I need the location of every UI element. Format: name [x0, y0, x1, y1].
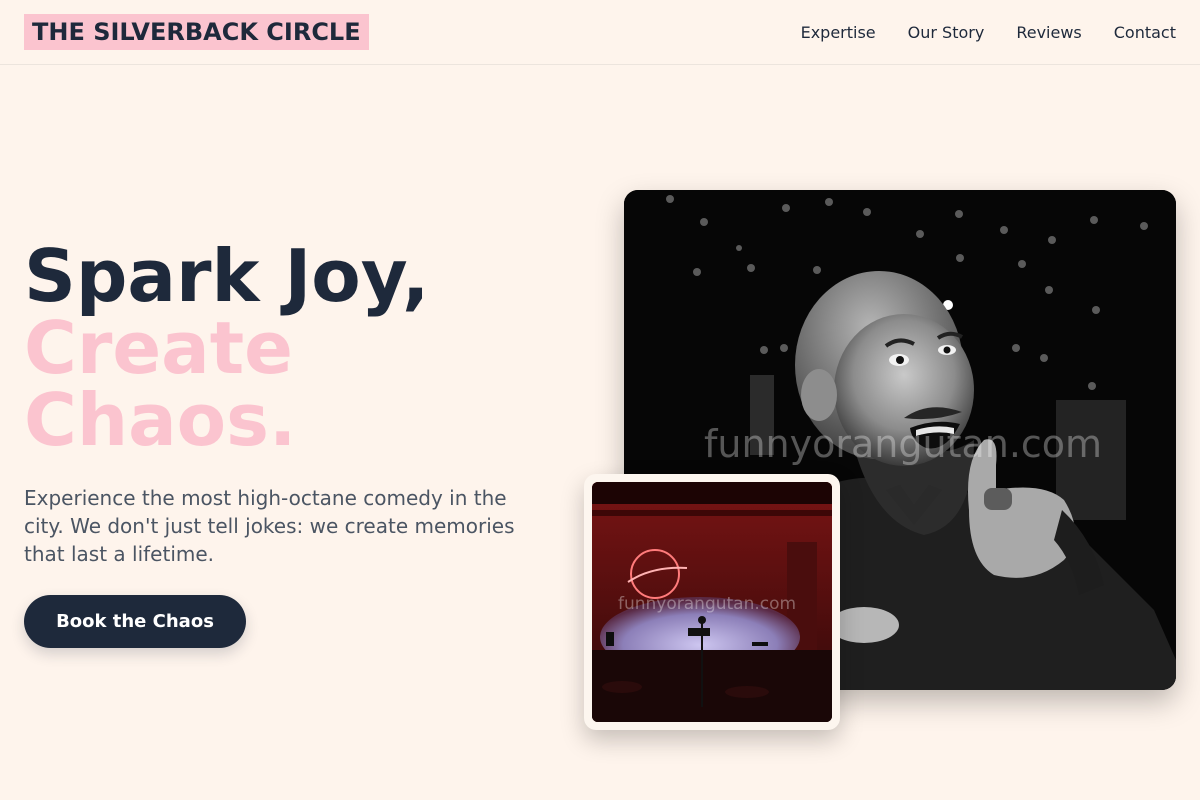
- nav-contact[interactable]: Contact: [1114, 23, 1176, 42]
- main-photo-watermark: funnyorangutan.com: [704, 422, 1103, 466]
- hero-description: Experience the most high-octane comedy i…: [24, 486, 515, 566]
- nav-reviews[interactable]: Reviews: [1016, 23, 1081, 42]
- site-header: THE SILVERBACK CIRCLE Expertise Our Stor…: [0, 0, 1200, 65]
- headline-line-3: Chaos.: [24, 378, 297, 462]
- venue-photo-card: funnyorangutan.com: [584, 474, 840, 730]
- book-the-chaos-button[interactable]: Book the Chaos: [24, 595, 246, 648]
- venue-photo-watermark: funnyorangutan.com: [618, 594, 797, 614]
- brand-logo[interactable]: THE SILVERBACK CIRCLE: [24, 14, 369, 50]
- main-nav: Expertise Our Story Reviews Contact: [801, 0, 1176, 64]
- venue-photo: funnyorangutan.com: [592, 482, 832, 722]
- hero-headline: Spark Joy, Create Chaos.: [24, 240, 429, 456]
- headline-line-2: Create: [24, 306, 294, 390]
- nav-our-story[interactable]: Our Story: [908, 23, 985, 42]
- headline-line-1: Spark Joy,: [24, 234, 430, 318]
- nav-expertise[interactable]: Expertise: [801, 23, 876, 42]
